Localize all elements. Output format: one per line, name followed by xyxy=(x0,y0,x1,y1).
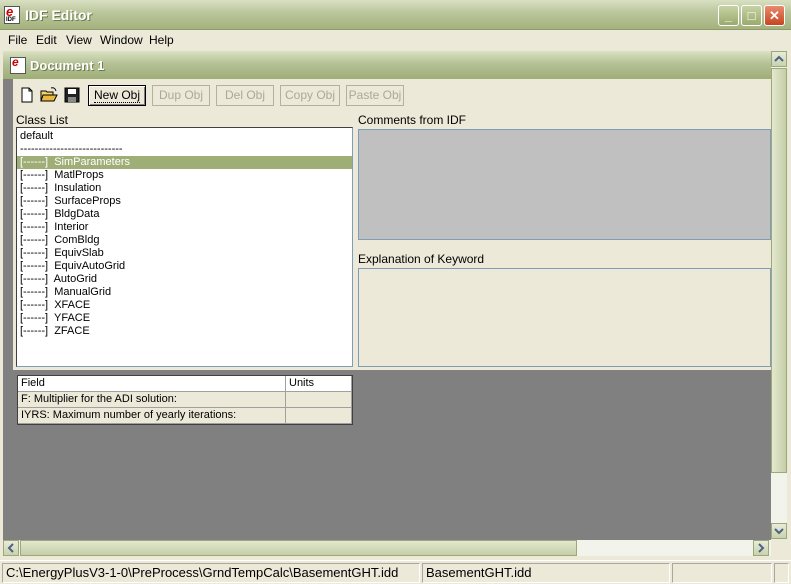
class-list-item[interactable]: [------] Insulation xyxy=(17,182,352,195)
menu-edit[interactable]: Edit xyxy=(36,33,57,47)
document-title-bar: e Document 1 xyxy=(3,51,771,79)
explanation-box xyxy=(358,268,771,367)
grid-row-field[interactable]: F: Multiplier for the ADI solution: xyxy=(18,392,286,408)
menu-window[interactable]: Window xyxy=(100,33,143,47)
del-obj-button[interactable]: Del Obj xyxy=(216,85,274,106)
class-list-item[interactable]: [------] YFACE xyxy=(17,312,352,325)
document-body: New Obj Dup Obj Del Obj Copy Obj Paste O… xyxy=(13,79,771,370)
app-title: IDF Editor xyxy=(25,7,92,23)
open-folder-icon[interactable] xyxy=(40,86,58,104)
new-obj-button[interactable]: New Obj xyxy=(88,85,146,106)
class-list-label: Class List xyxy=(16,113,69,127)
grid-row-units[interactable] xyxy=(286,392,352,408)
paste-obj-button[interactable]: Paste Obj xyxy=(346,85,404,106)
horizontal-scroll-thumb[interactable] xyxy=(20,540,577,556)
close-button[interactable]: ✕ xyxy=(764,5,785,26)
class-list-item[interactable]: [------] EquivAutoGrid xyxy=(17,260,352,273)
new-file-icon[interactable] xyxy=(18,86,36,104)
status-path: C:\EnergyPlusV3-1-0\PreProcess\GrndTempC… xyxy=(2,563,420,583)
class-list-item[interactable]: [------] BldgData xyxy=(17,208,352,221)
class-list-item[interactable]: [------] AutoGrid xyxy=(17,273,352,286)
scroll-down-icon[interactable] xyxy=(771,523,787,539)
class-list-item[interactable]: default xyxy=(17,130,352,143)
status-file: BasementGHT.idd xyxy=(422,563,670,583)
app-icon[interactable]: e IDF xyxy=(4,4,20,24)
class-list-item[interactable]: [------] ComBldg xyxy=(17,234,352,247)
class-list-item[interactable]: [------] SurfaceProps xyxy=(17,195,352,208)
minimize-button[interactable]: _ xyxy=(718,5,739,26)
class-list-item[interactable]: [------] SimParameters xyxy=(17,156,352,169)
class-list[interactable]: default ---------------------------- [----… xyxy=(16,127,353,367)
grid-row-units[interactable] xyxy=(286,408,352,424)
scroll-left-icon[interactable] xyxy=(3,540,19,556)
vertical-scrollbar[interactable] xyxy=(771,51,787,539)
class-list-item[interactable]: [------] MatlProps xyxy=(17,169,352,182)
dup-obj-button[interactable]: Dup Obj xyxy=(152,85,210,106)
grid-header-field: Field xyxy=(18,376,286,392)
comments-box[interactable] xyxy=(358,129,771,240)
horizontal-scrollbar[interactable] xyxy=(3,540,771,556)
menu-help[interactable]: Help xyxy=(149,33,174,47)
title-bar: e IDF IDF Editor _ □ ✕ xyxy=(0,0,791,30)
document-title: Document 1 xyxy=(30,58,105,73)
copy-obj-button[interactable]: Copy Obj xyxy=(280,85,340,106)
status-pane-empty xyxy=(672,563,772,583)
class-list-item[interactable]: [------] EquivSlab xyxy=(17,247,352,260)
menu-bar: File Edit View Window Help xyxy=(0,30,791,50)
grid-header-units: Units xyxy=(286,376,352,392)
grid-row-field[interactable]: IYRS: Maximum number of yearly iteration… xyxy=(18,408,286,424)
scroll-up-icon[interactable] xyxy=(771,51,787,67)
mdi-client-area: e Document 1 New Obj Dup Obj Del Obj Cop… xyxy=(3,51,771,540)
class-list-item[interactable]: [------] ZFACE xyxy=(17,325,352,338)
save-disk-icon[interactable] xyxy=(63,86,81,104)
resize-grip-icon[interactable] xyxy=(774,563,789,583)
class-list-item[interactable]: [------] XFACE xyxy=(17,299,352,312)
menu-file[interactable]: File xyxy=(8,33,27,47)
status-bar: C:\EnergyPlusV3-1-0\PreProcess\GrndTempC… xyxy=(0,560,791,584)
maximize-button[interactable]: □ xyxy=(741,5,762,26)
scroll-right-icon[interactable] xyxy=(753,540,769,556)
comments-label: Comments from IDF xyxy=(358,113,467,127)
document-icon[interactable]: e xyxy=(10,55,26,74)
menu-view[interactable]: View xyxy=(66,33,92,47)
vertical-scroll-thumb[interactable] xyxy=(771,68,787,473)
explanation-label: Explanation of Keyword xyxy=(358,252,485,266)
class-list-item[interactable]: ---------------------------- xyxy=(17,143,352,156)
field-grid[interactable]: Field Units F: Multiplier for the ADI so… xyxy=(17,375,353,425)
class-list-item[interactable]: [------] Interior xyxy=(17,221,352,234)
class-list-item[interactable]: [------] ManualGrid xyxy=(17,286,352,299)
new-obj-label: New Obj xyxy=(93,88,140,103)
